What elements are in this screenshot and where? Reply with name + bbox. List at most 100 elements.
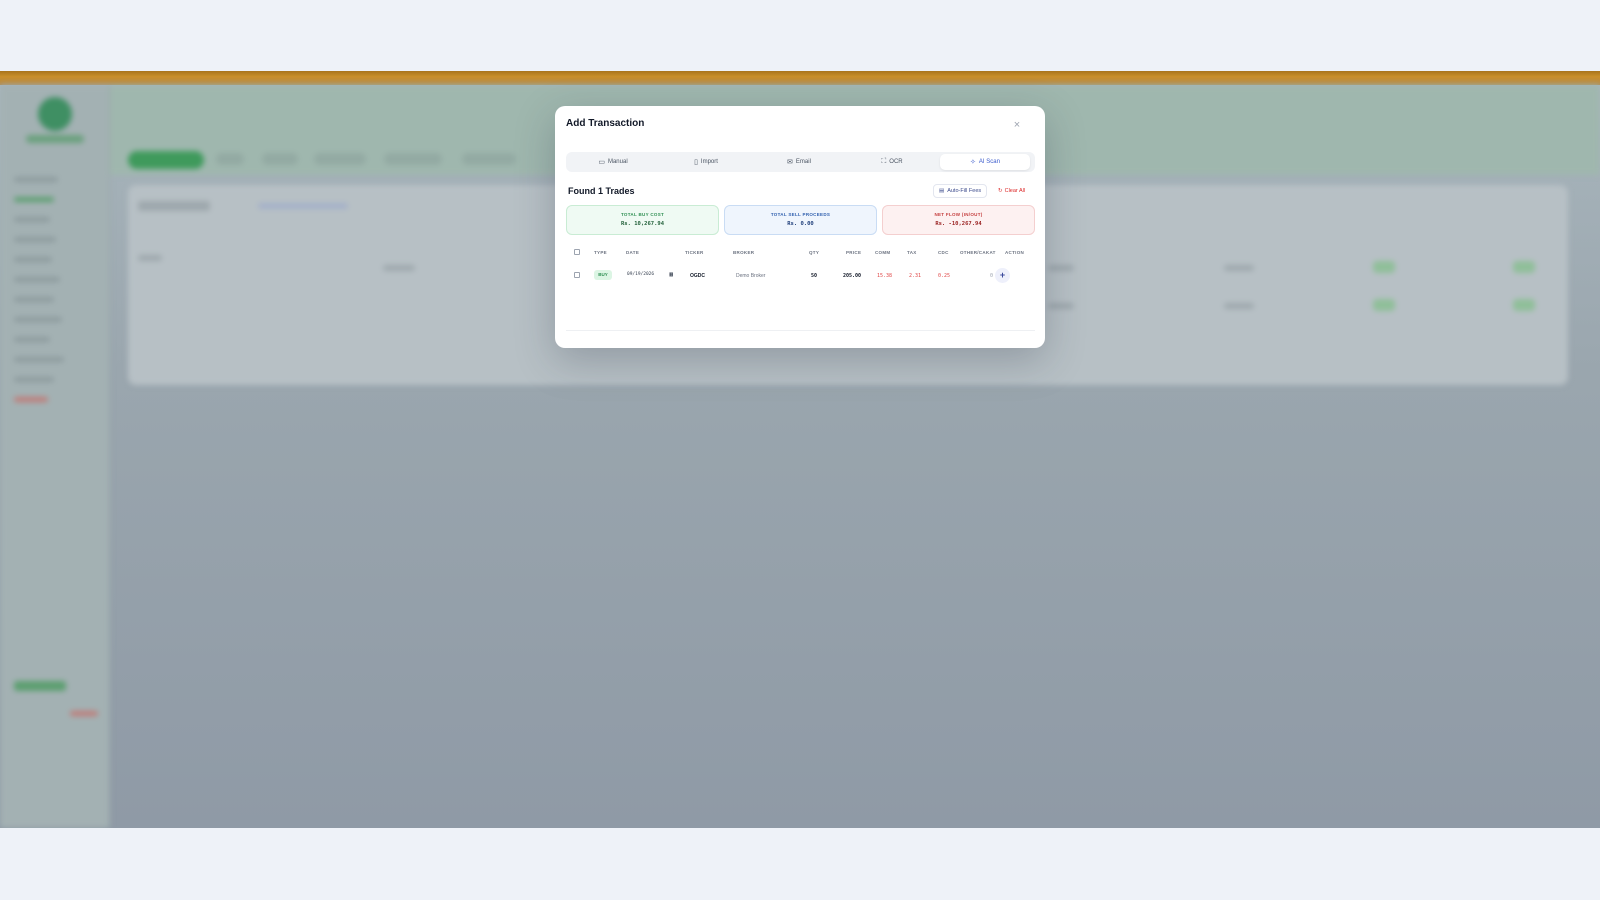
refresh-icon: ↻ — [998, 188, 1003, 194]
top-page-margin — [0, 0, 1600, 71]
background-row-cell — [1224, 265, 1254, 271]
sidebar-badge — [70, 711, 98, 716]
ticker-cell: OGDC — [690, 273, 705, 279]
column-header-type: TYPE — [594, 250, 607, 255]
add-trade-button[interactable]: + — [995, 268, 1010, 283]
background-row-cell — [383, 265, 415, 271]
total-sell-proceeds-label: TOTAL SELL PROCEEDS — [770, 212, 831, 217]
net-flow-value: Rs. -10,267.94 — [935, 221, 982, 227]
column-header-tax: TAX — [907, 250, 917, 255]
other-cell: 0 — [990, 273, 994, 279]
background-status-chip — [1513, 261, 1535, 273]
column-header-date: DATE — [626, 250, 640, 255]
button-label: Auto-Fill Fees — [947, 188, 982, 194]
tab-label: AI Scan — [978, 159, 1000, 165]
tab-import[interactable]: ▯ Import — [661, 154, 751, 170]
tax-cell: 2.31 — [909, 273, 922, 279]
sidebar-item — [14, 317, 62, 322]
background-status-chip — [1373, 299, 1395, 311]
calendar-icon[interactable]: ▦ — [669, 271, 673, 278]
background-status-chip — [1513, 299, 1535, 311]
modal-title: Add Transaction — [566, 118, 645, 129]
sidebar-user-card — [14, 681, 66, 691]
background-row-cell — [1048, 265, 1074, 271]
sidebar-item — [14, 237, 56, 242]
cdc-cell: 0.25 — [938, 273, 951, 279]
commission-cell: 15.38 — [877, 273, 893, 279]
column-header-ticker: TICKER — [685, 250, 704, 255]
net-flow-label: NET FLOW (IN/OUT) — [934, 212, 983, 217]
sidebar-item — [14, 297, 54, 302]
mail-icon: ✉ — [787, 159, 793, 166]
net-flow-card: NET FLOW (IN/OUT) Rs. -10,267.94 — [882, 205, 1035, 235]
total-buy-cost-card: TOTAL BUY COST Rs. 10,267.94 — [566, 205, 719, 235]
tab-label: OCR — [889, 159, 903, 165]
row-checkbox[interactable] — [574, 272, 580, 278]
tab-label: Import — [700, 159, 718, 165]
column-header-cdc: CDC — [938, 250, 949, 255]
background-row-cell — [1224, 303, 1254, 309]
price-cell: 205.00 — [843, 273, 862, 279]
tab-ocr[interactable]: ⛶ OCR — [847, 154, 937, 170]
background-row-cell — [138, 255, 162, 261]
sidebar-item — [14, 257, 52, 262]
background-tab — [462, 153, 516, 165]
sidebar-item-active — [14, 197, 54, 202]
column-header-broker: BROKER — [733, 250, 755, 255]
total-buy-cost-value: Rs. 10,267.94 — [620, 221, 665, 227]
sparkle-icon: ✧ — [970, 159, 976, 166]
button-label: Clear All — [1004, 188, 1026, 194]
tab-label: Manual — [607, 159, 628, 165]
keyboard-icon: ▭ — [598, 159, 605, 166]
tab-label: Email — [795, 159, 811, 165]
background-tab — [384, 153, 442, 165]
date-value: 09/19/2026 — [627, 272, 655, 277]
broker-cell: Demo Broker — [736, 273, 766, 279]
auto-fill-fees-button[interactable]: ▤ Auto-Fill Fees — [933, 184, 988, 198]
found-trades-title: Found 1 Trades — [568, 186, 635, 196]
app-logo-text — [26, 135, 84, 143]
app-logo-icon — [38, 97, 72, 131]
background-sidebar — [0, 85, 110, 828]
sidebar-item — [14, 277, 60, 282]
background-tab — [216, 153, 244, 165]
sidebar-item — [14, 217, 50, 222]
background-add-button — [128, 151, 204, 169]
sidebar-item — [14, 377, 54, 382]
column-header-other: OTHER/CAKAT — [960, 250, 996, 255]
column-header-price: PRICE — [846, 250, 862, 255]
tab-ai-scan[interactable]: ✧ AI Scan — [940, 154, 1030, 170]
total-sell-proceeds-card: TOTAL SELL PROCEEDS Rs. 0.00 — [724, 205, 877, 235]
clear-all-button[interactable]: ↻ Clear All — [995, 184, 1028, 198]
background-tab — [262, 153, 298, 165]
entry-method-tabs: ▭ Manual ▯ Import ✉ Email ⛶ OCR ✧ AI Sca… — [566, 152, 1035, 172]
total-sell-proceeds-value: Rs. 0.00 — [787, 221, 814, 227]
column-header-comm: COMM — [875, 250, 891, 255]
column-header-action: ACTION — [1005, 250, 1025, 255]
trades-table: TYPE DATE TICKER BROKER QTY PRICE COMM T… — [566, 243, 1035, 331]
column-header-qty: QTY — [809, 250, 820, 255]
close-icon[interactable]: × — [1009, 117, 1025, 133]
background-card-title — [138, 201, 210, 211]
background-row-cell — [1048, 303, 1074, 309]
total-buy-cost-label: TOTAL BUY COST — [620, 212, 665, 217]
type-badge-buy: BUY — [594, 270, 612, 280]
background-tab — [314, 153, 366, 165]
scan-icon: ⛶ — [881, 158, 887, 165]
accent-bar — [0, 71, 1600, 85]
tab-email[interactable]: ✉ Email — [754, 154, 844, 170]
add-transaction-modal: Add Transaction × ▭ Manual ▯ Import ✉ Em… — [555, 106, 1045, 348]
file-icon: ▯ — [694, 159, 698, 166]
qty-cell: 50 — [811, 273, 818, 279]
select-all-checkbox[interactable] — [574, 249, 580, 255]
sidebar-item — [14, 337, 50, 342]
background-card-link — [258, 203, 348, 209]
calculator-icon: ▤ — [939, 188, 945, 194]
tab-manual[interactable]: ▭ Manual — [568, 154, 658, 170]
background-status-chip — [1373, 261, 1395, 273]
sidebar-item-logout — [14, 397, 48, 402]
date-input[interactable]: 09/19/2026 ▦ — [625, 269, 675, 280]
sidebar-item — [14, 357, 64, 362]
sidebar-item — [14, 177, 58, 182]
bottom-page-margin — [0, 828, 1600, 900]
